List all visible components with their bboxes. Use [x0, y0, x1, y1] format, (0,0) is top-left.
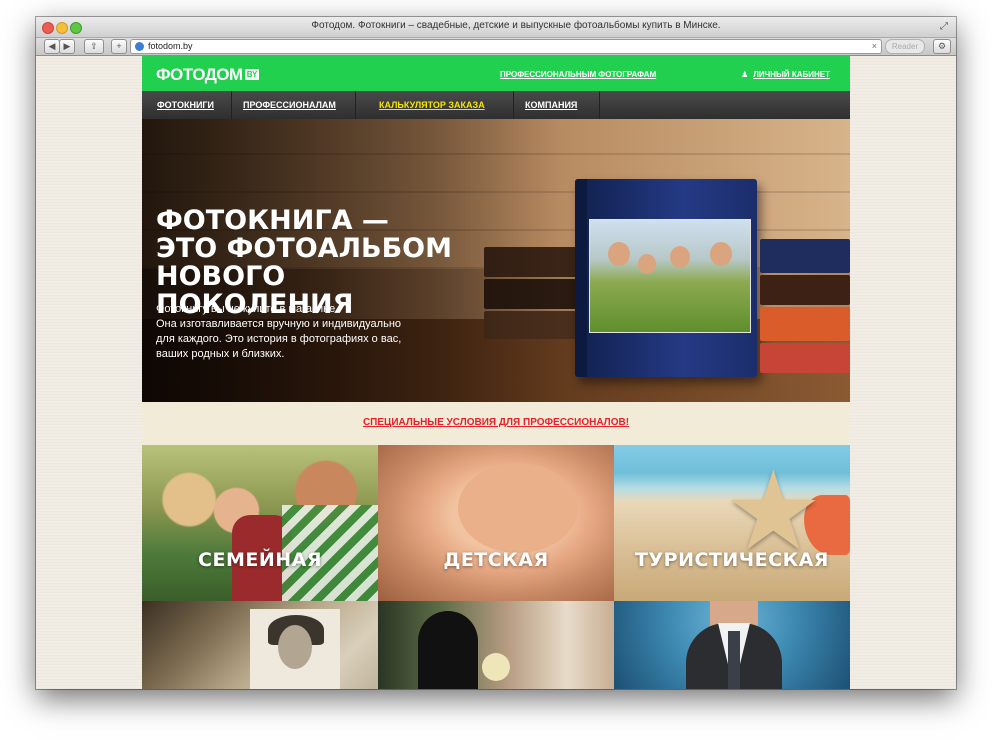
share-button[interactable]: ⇪ — [84, 39, 104, 54]
hero-text-line-3: для каждого. Это история в фотографиях о… — [156, 333, 402, 345]
title-bar: Фотодом. Фотокниги – свадебные, детские … — [36, 17, 956, 38]
pro-conditions-link[interactable]: СПЕЦИАЛЬНЫЕ УСЛОВИЯ ДЛЯ ПРОФЕССИОНАЛОВ! — [142, 417, 850, 428]
forward-button[interactable]: ▶ — [59, 39, 75, 54]
globe-icon — [135, 42, 144, 51]
photobook-image — [575, 179, 757, 377]
nav-item-professionals[interactable]: ПРОФЕССИОНАЛАМ — [232, 91, 356, 119]
settings-gear-button[interactable]: ⚙ — [933, 39, 951, 54]
promo-strip: СПЕЦИАЛЬНЫЕ УСЛОВИЯ ДЛЯ ПРОФЕССИОНАЛОВ! — [142, 402, 850, 445]
account-link[interactable]: ♟ ЛИЧНЫЙ КАБИНЕТ — [741, 70, 830, 79]
zoom-window-button[interactable] — [70, 22, 82, 34]
category-label-travel: ТУРИСТИЧЕСКАЯ — [635, 549, 829, 571]
book-stack-right-image — [760, 239, 850, 379]
vintage-portrait-image — [250, 609, 340, 689]
url-text: fotodom.by — [148, 41, 193, 51]
address-bar[interactable]: fotodom.by × — [130, 39, 882, 54]
close-window-button[interactable] — [42, 22, 54, 34]
site-logo[interactable]: ФОТОДОМ BY — [156, 65, 259, 85]
category-tile-vintage[interactable] — [142, 601, 378, 689]
browser-toolbar: ◀ ▶ ⇪ + fotodom.by × Reader ⚙ — [36, 38, 956, 56]
nav-item-calculator[interactable]: КАЛЬКУЛЯТОР ЗАКАЗА — [368, 91, 514, 119]
user-icon: ♟ — [741, 70, 749, 79]
category-grid: СЕМЕЙНАЯ ДЕТСКАЯ ★ ТУРИСТИЧЕСКАЯ — [142, 445, 850, 689]
nav-item-company[interactable]: КОМПАНИЯ — [514, 91, 600, 119]
category-label-family: СЕМЕЙНАЯ — [198, 549, 322, 571]
stop-icon[interactable]: × — [872, 40, 877, 53]
window-title: Фотодом. Фотокниги – свадебные, детские … — [311, 20, 721, 31]
hero-text-line-4: ваших родных и близких. — [156, 348, 285, 360]
pro-photographers-link[interactable]: ПРОФЕССИОНАЛЬНЫМ ФОТОГРАФАМ — [500, 70, 656, 79]
hero-title-line-1: ФОТОКНИГА — — [156, 205, 389, 236]
account-link-label: ЛИЧНЫЙ КАБИНЕТ — [753, 70, 830, 79]
fullscreen-icon[interactable]: ⤢ — [940, 21, 948, 32]
site-header: ФОТОДОМ BY ПРОФЕССИОНАЛЬНЫМ ФОТОГРАФАМ ♟ Л… — [142, 56, 850, 91]
nav-item-photobooks[interactable]: ФОТОКНИГИ — [146, 91, 232, 119]
category-tile-family[interactable]: СЕМЕЙНАЯ — [142, 445, 378, 601]
hero-title-line-2: ЭТО ФОТОАЛЬБОМ — [156, 233, 452, 264]
minimize-window-button[interactable] — [56, 22, 68, 34]
family-photo-on-cover — [589, 219, 751, 333]
site-container: ФОТОДОМ BY ПРОФЕССИОНАЛЬНЫМ ФОТОГРАФАМ ♟ Л… — [142, 56, 850, 689]
page-background: ФОТОДОМ BY ПРОФЕССИОНАЛЬНЫМ ФОТОГРАФАМ ♟ Л… — [36, 56, 956, 689]
logo-badge: BY — [244, 69, 259, 80]
hero-text-line-1: Фотокнигу вы не купите в магазине. — [156, 303, 339, 315]
category-tile-business[interactable] — [614, 601, 850, 689]
add-bookmark-button[interactable]: + — [111, 39, 127, 54]
category-tile-wedding[interactable] — [378, 601, 614, 689]
share-icon: ⇪ — [90, 41, 98, 51]
hero-description: Фотокнигу вы не купите в магазине. Она и… — [156, 302, 476, 362]
category-tile-kids[interactable]: ДЕТСКАЯ — [378, 445, 614, 601]
main-nav: ФОТОКНИГИ ПРОФЕССИОНАЛАМ КАЛЬКУЛЯТОР ЗАК… — [142, 91, 850, 119]
reader-button[interactable]: Reader — [885, 39, 925, 54]
logo-text: ФОТОДОМ — [156, 65, 243, 84]
category-tile-travel[interactable]: ★ ТУРИСТИЧЕСКАЯ — [614, 445, 850, 601]
hero-text-line-2: Она изготавливается вручную и индивидуал… — [156, 318, 402, 330]
browser-window: Фотодом. Фотокниги – свадебные, детские … — [36, 17, 956, 689]
back-button[interactable]: ◀ — [44, 39, 60, 54]
hero-banner: ФОТОКНИГА — ЭТО ФОТОАЛЬБОМ НОВОГО ПОКОЛЕ… — [142, 119, 850, 402]
category-label-kids: ДЕТСКАЯ — [443, 549, 549, 571]
